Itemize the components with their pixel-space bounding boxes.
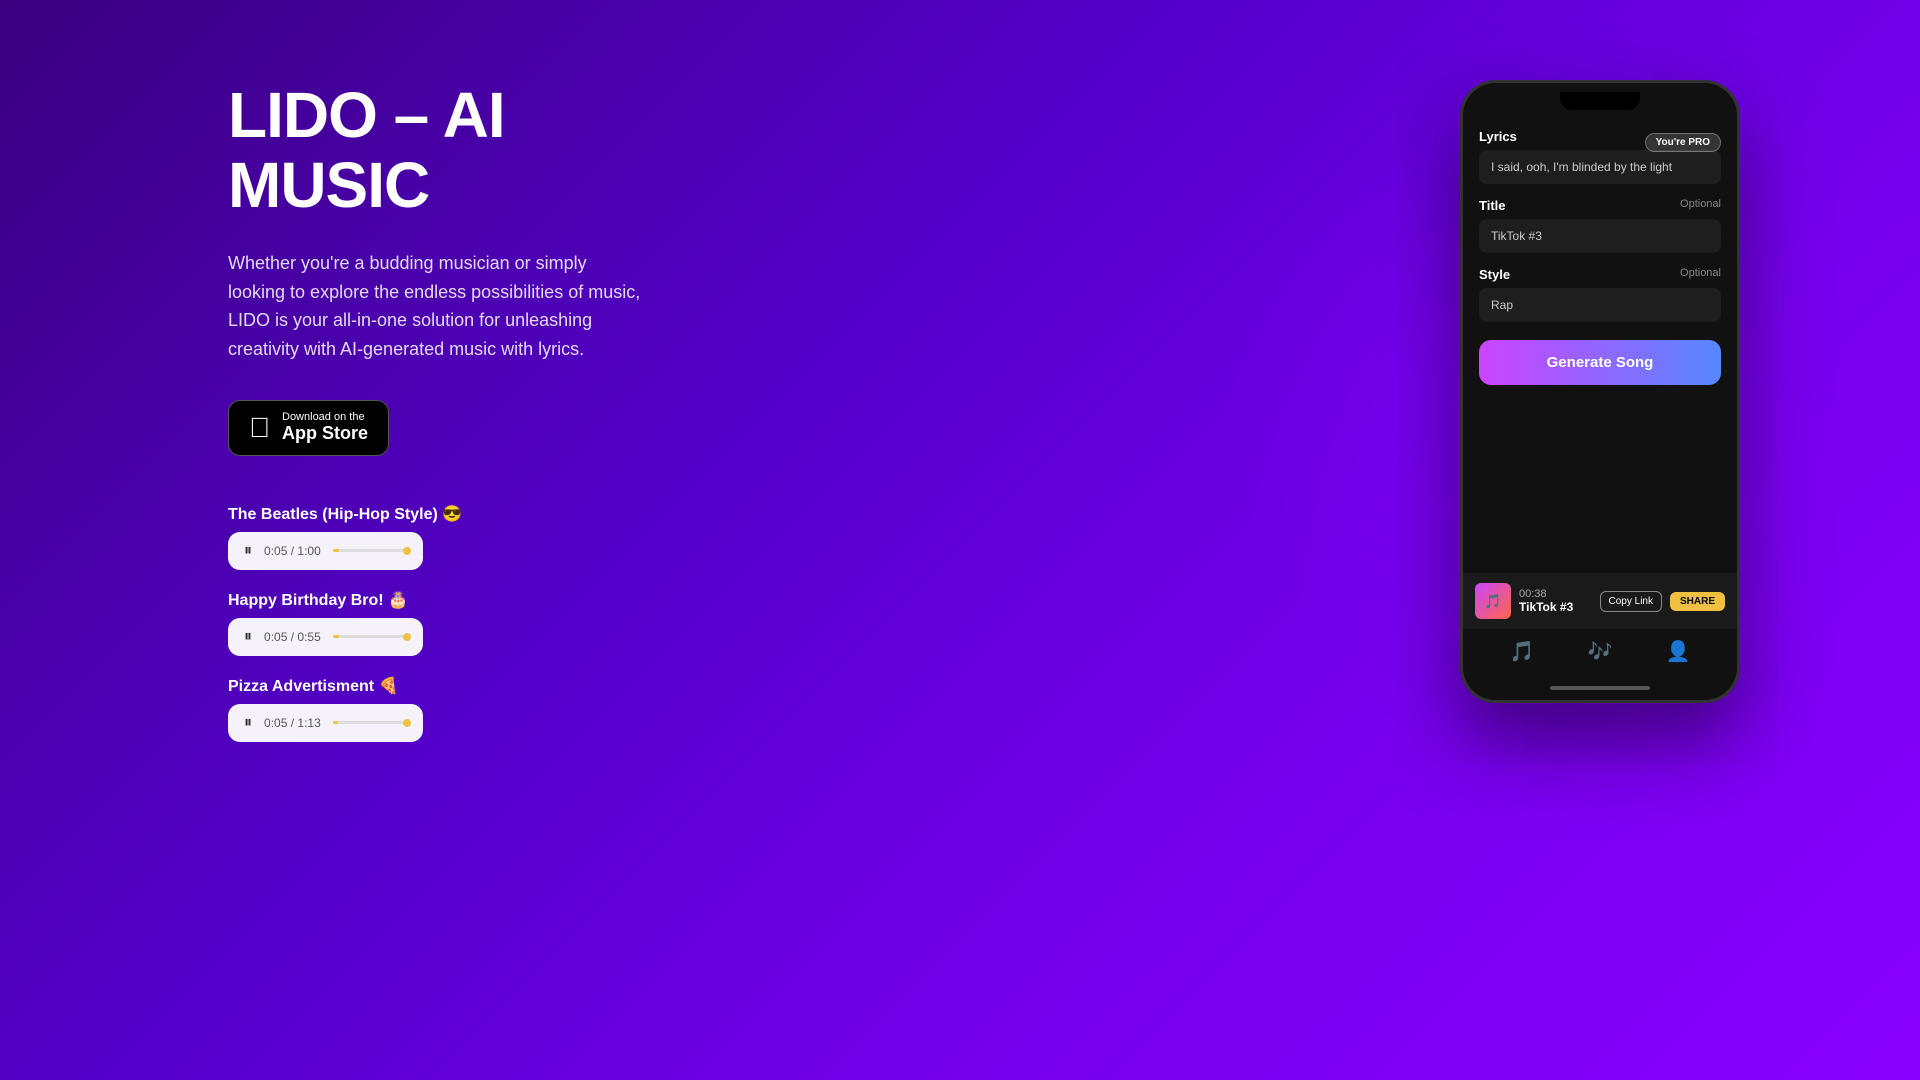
generate-song-button[interactable]: Generate Song (1479, 340, 1721, 385)
progress-track-2[interactable] (333, 635, 407, 638)
title-optional: Optional (1680, 198, 1721, 210)
pause-icon-3[interactable]: ⏸ (244, 714, 252, 732)
phone-notch (1560, 92, 1640, 110)
time-label-3: 0:05 / 1:13 (264, 716, 321, 730)
pause-icon-1[interactable]: ⏸ (244, 542, 252, 560)
hero-description: Whether you're a budding musician or sim… (228, 249, 648, 364)
style-optional: Optional (1680, 267, 1721, 279)
song-item-3: Pizza Advertisment 🍕 ⏸ 0:05 / 1:13 (228, 676, 788, 742)
song-item-1: The Beatles (Hip-Hop Style) 😎 ⏸ 0:05 / 1… (228, 504, 788, 570)
progress-track-1[interactable] (333, 549, 407, 552)
style-input[interactable]: Rap (1479, 288, 1721, 322)
progress-fill-3 (333, 721, 338, 724)
progress-dot-2 (403, 633, 411, 641)
title-label: Title Optional (1479, 198, 1721, 213)
apple-icon:  (249, 414, 270, 442)
hero-title-line2: MUSIC (228, 149, 429, 221)
phone-content: Lyrics I said, ooh, I'm blinded by the l… (1463, 113, 1737, 573)
progress-fill-2 (333, 635, 340, 638)
style-label: Style Optional (1479, 267, 1721, 282)
phone-notch-area (1463, 83, 1737, 113)
song-title-3: Pizza Advertisment 🍕 (228, 676, 788, 696)
share-button[interactable]: SHARE (1670, 592, 1725, 611)
nav-notes-icon[interactable]: 🎶 (1588, 639, 1613, 664)
player-time: 00:38 (1519, 588, 1592, 600)
download-text: Download on the (282, 411, 368, 423)
time-label-1: 0:05 / 1:00 (264, 544, 321, 558)
song-item-2: Happy Birthday Bro! 🎂 ⏸ 0:05 / 0:55 (228, 590, 788, 656)
hero-title-line1: LIDO – AI (228, 79, 505, 151)
nav-profile-icon[interactable]: 👤 (1666, 639, 1691, 664)
progress-fill-1 (333, 549, 339, 552)
app-store-text: Download on the App Store (282, 411, 368, 445)
player-bar-2[interactable]: ⏸ 0:05 / 0:55 (228, 618, 423, 656)
song-title-2: Happy Birthday Bro! 🎂 (228, 590, 788, 610)
copy-link-button[interactable]: Copy Link (1600, 591, 1662, 612)
phone-player-bar: 🎵 00:38 TikTok #3 Copy Link SHARE (1463, 573, 1737, 629)
player-info: 00:38 TikTok #3 (1519, 588, 1592, 614)
phone-home-bar (1463, 680, 1737, 700)
phone-bottom-nav: 🎵 🎶 👤 (1463, 629, 1737, 680)
song-list: The Beatles (Hip-Hop Style) 😎 ⏸ 0:05 / 1… (228, 504, 788, 742)
song-title-1: The Beatles (Hip-Hop Style) 😎 (228, 504, 788, 524)
mini-thumbnail: 🎵 (1475, 583, 1511, 619)
phone-mockup: You're PRO Lyrics I said, ooh, I'm blind… (1460, 80, 1740, 703)
nav-music-icon[interactable]: 🎵 (1510, 639, 1535, 664)
progress-dot-3 (403, 719, 411, 727)
player-bar-1[interactable]: ⏸ 0:05 / 1:00 (228, 532, 423, 570)
hero-title: LIDO – AI MUSIC (228, 80, 788, 221)
progress-track-3[interactable] (333, 721, 407, 724)
title-input[interactable]: TikTok #3 (1479, 219, 1721, 253)
left-section: LIDO – AI MUSIC Whether you're a budding… (228, 80, 788, 742)
home-indicator (1550, 686, 1650, 690)
player-bar-3[interactable]: ⏸ 0:05 / 1:13 (228, 704, 423, 742)
store-name: App Store (282, 423, 368, 445)
time-label-2: 0:05 / 0:55 (264, 630, 321, 644)
pause-icon-2[interactable]: ⏸ (244, 628, 252, 646)
app-store-button[interactable]:  Download on the App Store (228, 400, 389, 456)
phone-wrapper: You're PRO Lyrics I said, ooh, I'm blind… (1460, 80, 1740, 703)
player-song-name: TikTok #3 (1519, 600, 1592, 614)
progress-dot-1 (403, 547, 411, 555)
pro-badge: You're PRO (1645, 133, 1721, 152)
lyrics-input[interactable]: I said, ooh, I'm blinded by the light (1479, 150, 1721, 184)
